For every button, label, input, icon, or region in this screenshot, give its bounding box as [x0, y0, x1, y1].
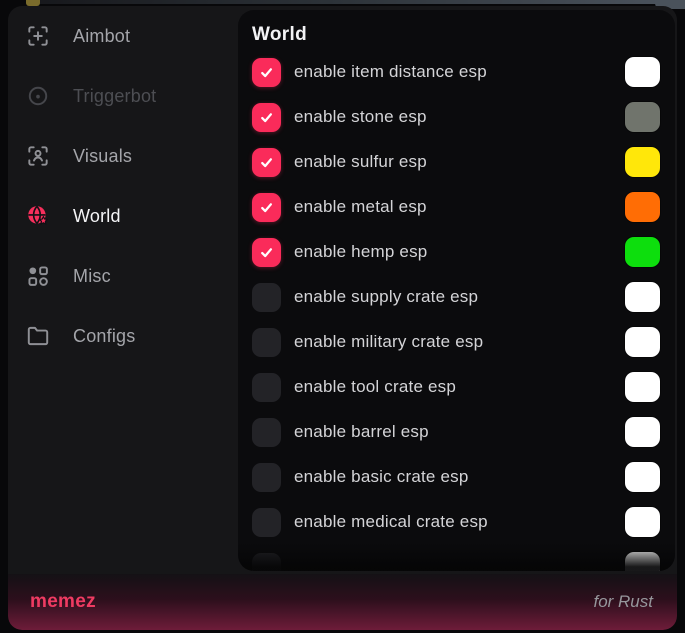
- checkbox-unchecked[interactable]: [252, 553, 281, 572]
- color-swatch[interactable]: [625, 372, 660, 402]
- sidebar-item-label: World: [73, 206, 121, 227]
- grid-shapes-icon: [24, 263, 51, 290]
- checkbox-checked[interactable]: [252, 58, 281, 87]
- color-swatch[interactable]: [625, 327, 660, 357]
- color-swatch[interactable]: [625, 237, 660, 267]
- setting-label: enable medical crate esp: [294, 512, 488, 532]
- color-swatch[interactable]: [625, 507, 660, 537]
- setting-row: enable sulfur esp: [252, 147, 661, 177]
- setting-label: enable supply crate esp: [294, 287, 478, 307]
- brand-name: memez: [30, 591, 96, 613]
- setting-row: enable tool crate esp: [252, 372, 661, 402]
- color-swatch[interactable]: [625, 102, 660, 132]
- sidebar-nav: Aimbot Triggerbot Visuals World Misc Con…: [8, 6, 238, 366]
- checkbox-checked[interactable]: [252, 193, 281, 222]
- sidebar-item-label: Aimbot: [73, 26, 130, 47]
- sidebar-item-triggerbot[interactable]: Triggerbot: [24, 66, 238, 126]
- checkbox-checked[interactable]: [252, 148, 281, 177]
- setting-label: enable military crate esp: [294, 332, 483, 352]
- panel-title: World: [252, 24, 661, 46]
- setting-row: enable basic crate esp: [252, 462, 661, 492]
- cheat-menu-window: Aimbot Triggerbot Visuals World Misc Con…: [8, 6, 677, 630]
- color-swatch[interactable]: [625, 552, 660, 571]
- setting-row: enable medical crate esp: [252, 507, 661, 537]
- checkbox-unchecked[interactable]: [252, 463, 281, 492]
- checkbox-checked[interactable]: [252, 238, 281, 267]
- sidebar-item-configs[interactable]: Configs: [24, 306, 238, 366]
- color-swatch[interactable]: [625, 282, 660, 312]
- setting-label: enable sulfur esp: [294, 152, 427, 172]
- checkbox-unchecked[interactable]: [252, 328, 281, 357]
- circle-dot-icon: [24, 83, 51, 110]
- setting-row: enable hemp esp: [252, 237, 661, 267]
- setting-label: enable tool crate esp: [294, 377, 456, 397]
- sidebar-item-aimbot[interactable]: Aimbot: [24, 6, 238, 66]
- setting-label: enable hemp esp: [294, 242, 427, 262]
- setting-row: [252, 552, 661, 571]
- color-swatch[interactable]: [625, 147, 660, 177]
- settings-scroll-area[interactable]: enable item distance esp enable stone esp…: [252, 46, 661, 571]
- color-swatch[interactable]: [625, 57, 660, 87]
- crosshair-scan-icon: [24, 23, 51, 50]
- color-swatch[interactable]: [625, 462, 660, 492]
- setting-row: enable item distance esp: [252, 57, 661, 87]
- setting-label: enable barrel esp: [294, 422, 429, 442]
- sidebar-item-label: Misc: [73, 266, 111, 287]
- color-swatch[interactable]: [625, 192, 660, 222]
- checkbox-unchecked[interactable]: [252, 418, 281, 447]
- setting-row: enable barrel esp: [252, 417, 661, 447]
- setting-label: enable metal esp: [294, 197, 427, 217]
- footer-bar: memez for Rust: [8, 574, 677, 630]
- checkbox-unchecked[interactable]: [252, 508, 281, 537]
- settings-panel: World enable item distance esp enable sto…: [238, 10, 675, 571]
- sidebar-item-visuals[interactable]: Visuals: [24, 126, 238, 186]
- setting-row: enable military crate esp: [252, 327, 661, 357]
- sidebar-item-label: Triggerbot: [73, 86, 156, 107]
- checkbox-unchecked[interactable]: [252, 283, 281, 312]
- sidebar-item-misc[interactable]: Misc: [24, 246, 238, 306]
- globe-star-icon: [24, 203, 51, 230]
- sidebar-item-world[interactable]: World: [24, 186, 238, 246]
- person-scan-icon: [24, 143, 51, 170]
- folder-icon: [24, 323, 51, 350]
- setting-row: enable stone esp: [252, 102, 661, 132]
- checkbox-unchecked[interactable]: [252, 373, 281, 402]
- setting-row: enable metal esp: [252, 192, 661, 222]
- setting-row: enable supply crate esp: [252, 282, 661, 312]
- color-swatch[interactable]: [625, 417, 660, 447]
- setting-label: enable basic crate esp: [294, 467, 469, 487]
- sidebar-item-label: Configs: [73, 326, 135, 347]
- background-game-sliver: [34, 0, 685, 4]
- setting-label: enable stone esp: [294, 107, 427, 127]
- sidebar-item-label: Visuals: [73, 146, 132, 167]
- checkbox-checked[interactable]: [252, 103, 281, 132]
- setting-label: enable item distance esp: [294, 62, 487, 82]
- brand-tagline: for Rust: [593, 592, 653, 612]
